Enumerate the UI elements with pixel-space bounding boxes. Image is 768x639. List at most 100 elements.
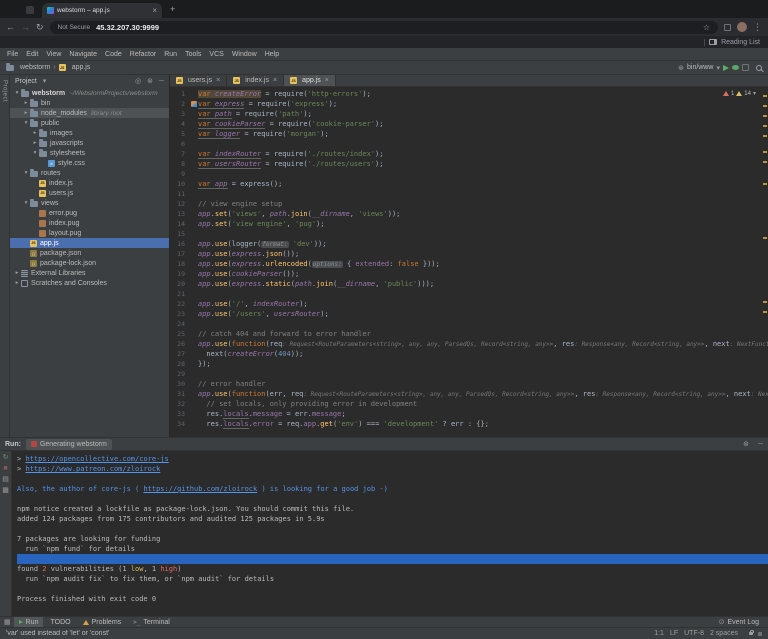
reading-list-button[interactable]: Reading List xyxy=(721,39,760,46)
forward-button[interactable]: → xyxy=(21,22,30,32)
tree-item-index-js[interactable]: index.js xyxy=(10,178,169,188)
console-link[interactable]: https://opencollective.com/core-js xyxy=(25,455,168,463)
status-1-1[interactable]: 1:1 xyxy=(651,630,667,637)
address-bar[interactable]: Not Secure 45.32.207.30:9999 ☆ xyxy=(49,20,718,34)
line-number[interactable]: 6 xyxy=(170,140,190,148)
tree-item-views[interactable]: ▾ views xyxy=(10,198,169,208)
tree-item-style-css[interactable]: style.css xyxy=(10,158,169,168)
bookmark-star-icon[interactable]: ☆ xyxy=(703,23,710,32)
back-button[interactable]: ← xyxy=(6,22,15,32)
line-number[interactable]: 4 xyxy=(170,120,190,128)
soft-wrap-icon[interactable]: ▦ xyxy=(2,487,9,494)
extensions-icon[interactable] xyxy=(724,23,731,31)
line-number[interactable]: 32 xyxy=(170,400,190,408)
search-everywhere-icon[interactable] xyxy=(756,64,762,71)
line-number[interactable]: 9 xyxy=(170,170,190,178)
line-number[interactable]: 7 xyxy=(170,150,190,158)
profile-avatar[interactable] xyxy=(737,22,747,32)
status-2-spaces[interactable]: 2 spaces xyxy=(707,630,741,637)
chevron-down-icon[interactable]: ▾ xyxy=(716,64,720,72)
chevron-down-icon[interactable]: ▾ xyxy=(22,200,30,206)
rerun-icon[interactable]: ↻ xyxy=(3,454,9,461)
line-number[interactable]: 17 xyxy=(170,250,190,258)
tree-item-layout-pug[interactable]: layout.pug xyxy=(10,228,169,238)
menu-tools[interactable]: Tools xyxy=(181,51,205,58)
chevron-right-icon[interactable]: ▸ xyxy=(13,280,21,286)
browser-menu-icon[interactable]: ⋮ xyxy=(753,22,762,33)
close-tab-icon[interactable]: × xyxy=(273,77,277,84)
tree-item-javascripts[interactable]: ▸ javascripts xyxy=(10,138,169,148)
line-number[interactable]: 8 xyxy=(170,160,190,168)
run-config-selector[interactable]: bin/www xyxy=(687,64,713,71)
tree-item-webstorm[interactable]: ▾ webstorm ~/WebstormProjects/webstorm xyxy=(10,88,169,98)
locate-file-icon[interactable]: ◎ xyxy=(135,77,141,85)
menu-code[interactable]: Code xyxy=(101,51,126,58)
run-app-gutter-icon[interactable] xyxy=(191,101,197,107)
line-number[interactable]: 14 xyxy=(170,220,190,228)
close-tab-icon[interactable]: × xyxy=(152,6,157,15)
event-log-button[interactable]: ⊙ Event Log xyxy=(714,617,764,628)
chevron-right-icon[interactable]: ▸ xyxy=(22,110,30,116)
console-link[interactable]: https://github.com/zloirock xyxy=(143,485,257,493)
breadcrumb-project[interactable]: webstorm xyxy=(20,64,50,71)
console-link[interactable]: https://www.patreon.com/zloirock xyxy=(25,465,160,473)
tree-item-external-libraries[interactable]: ▸ External Libraries xyxy=(10,268,169,278)
editor-area[interactable]: 1 var createError = require('http-errors'… xyxy=(170,87,768,437)
tree-item-users-js[interactable]: users.js xyxy=(10,188,169,198)
line-number[interactable]: 3 xyxy=(170,110,190,118)
menu-vcs[interactable]: VCS xyxy=(205,51,227,58)
editor-scrollbar[interactable] xyxy=(762,87,768,437)
tree-item-error-pug[interactable]: error.pug xyxy=(10,208,169,218)
editor-tab-index-js[interactable]: index.js × xyxy=(227,75,285,86)
run-button[interactable] xyxy=(723,64,729,71)
toolwindow-button-terminal[interactable]: >_ Terminal xyxy=(128,617,175,628)
console-settings-icon[interactable]: ▤ xyxy=(2,476,9,483)
chevron-right-icon[interactable]: ▸ xyxy=(31,140,39,146)
tree-item-images[interactable]: ▸ images xyxy=(10,128,169,138)
coverage-icon[interactable] xyxy=(742,64,749,71)
project-tree[interactable]: ▾ webstorm ~/WebstormProjects/webstorm ▸ bin… xyxy=(10,87,169,437)
tool-window-switcher-icon[interactable]: ▦ xyxy=(4,618,11,626)
tree-item-node-modules[interactable]: ▸ node_modules library root xyxy=(10,108,169,118)
menu-help[interactable]: Help xyxy=(261,51,283,58)
line-number[interactable]: 33 xyxy=(170,410,190,418)
tree-item-package-json[interactable]: package.json xyxy=(10,248,169,258)
line-number[interactable]: 20 xyxy=(170,280,190,288)
tree-item-index-pug[interactable]: index.pug xyxy=(10,218,169,228)
status-utf-8[interactable]: UTF-8 xyxy=(681,630,707,637)
editor-tab-app-js[interactable]: app.js × xyxy=(284,75,336,86)
stop-icon[interactable]: ■ xyxy=(3,465,7,472)
tree-item-scratches-and-consoles[interactable]: ▸ Scratches and Consoles xyxy=(10,278,169,288)
tree-item-public[interactable]: ▾ public xyxy=(10,118,169,128)
build-icon[interactable]: ⊛ xyxy=(678,64,684,72)
line-number[interactable]: 13 xyxy=(170,210,190,218)
reload-button[interactable]: ↻ xyxy=(36,22,44,32)
tree-item-package-lock-json[interactable]: package-lock.json xyxy=(10,258,169,268)
line-number[interactable]: 2 xyxy=(170,100,190,108)
chevron-down-icon[interactable]: ▾ xyxy=(43,77,47,85)
menu-run[interactable]: Run xyxy=(160,51,181,58)
line-number[interactable]: 30 xyxy=(170,380,190,388)
chevron-down-icon[interactable]: ▾ xyxy=(22,120,30,126)
tree-item-stylesheets[interactable]: ▾ stylesheets xyxy=(10,148,169,158)
status-lf[interactable]: LF xyxy=(667,630,681,637)
browser-tab[interactable]: webstorm – app.js × xyxy=(42,3,162,18)
chevron-right-icon[interactable]: ▸ xyxy=(31,130,39,136)
run-console-output[interactable]: > https://opencollective.com/core-js > ht… xyxy=(12,451,768,616)
breadcrumb-file[interactable]: app.js xyxy=(72,64,91,71)
chevron-down-icon[interactable]: ▾ xyxy=(22,170,30,176)
inspections-widget[interactable]: 1 14 ▾ xyxy=(722,90,756,97)
toolwindow-button-problems[interactable]: Problems xyxy=(78,617,127,628)
menu-edit[interactable]: Edit xyxy=(22,51,42,58)
line-number[interactable]: 15 xyxy=(170,230,190,238)
editor-tab-users-js[interactable]: users.js× xyxy=(170,75,228,86)
gear-icon[interactable]: ⊛ xyxy=(147,77,153,85)
menu-window[interactable]: Window xyxy=(228,51,261,58)
line-number[interactable]: 12 xyxy=(170,200,190,208)
chevron-down-icon[interactable]: ▾ xyxy=(13,90,21,96)
menu-file[interactable]: File xyxy=(3,51,22,58)
new-tab-button[interactable]: + xyxy=(170,5,175,14)
security-badge[interactable]: Not Secure xyxy=(58,24,91,31)
line-number[interactable]: 22 xyxy=(170,300,190,308)
project-stripe-button[interactable]: Project xyxy=(2,80,8,102)
